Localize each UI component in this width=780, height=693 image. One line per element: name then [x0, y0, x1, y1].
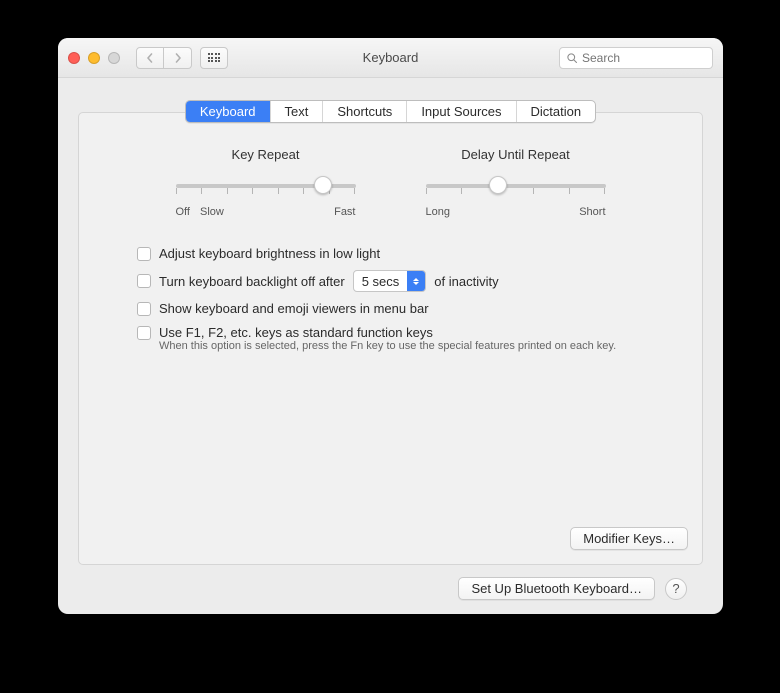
- forward-button[interactable]: [164, 47, 192, 69]
- option-brightness[interactable]: Adjust keyboard brightness in low light: [137, 246, 652, 261]
- fn-hint: When this option is selected, press the …: [159, 340, 652, 352]
- modifier-keys-button[interactable]: Modifier Keys…: [570, 527, 688, 550]
- traffic-lights: [68, 52, 120, 64]
- grid-icon: [208, 53, 221, 62]
- tab-input-sources[interactable]: Input Sources: [406, 101, 515, 122]
- nav-buttons: [136, 47, 192, 69]
- tabs: Keyboard Text Shortcuts Input Sources Di…: [78, 100, 703, 123]
- minimize-icon[interactable]: [88, 52, 100, 64]
- search-input[interactable]: [582, 51, 706, 65]
- titlebar: Keyboard: [58, 38, 723, 78]
- delay-group: Delay Until Repeat Long Short: [426, 147, 606, 218]
- delay-label: Delay Until Repeat: [426, 147, 606, 162]
- tab-shortcuts[interactable]: Shortcuts: [322, 101, 406, 122]
- options-list: Adjust keyboard brightness in low light …: [137, 246, 652, 352]
- preferences-window: Keyboard Keyboard Text Shortcuts Input S…: [58, 38, 723, 614]
- key-repeat-slow-label: Slow: [200, 206, 224, 218]
- keyboard-panel: Key Repeat Off Slow Fast Delay Until Rep…: [78, 112, 703, 565]
- backlight-timeout-value: 5 secs: [354, 274, 408, 289]
- option-emoji-label: Show keyboard and emoji viewers in menu …: [159, 301, 429, 316]
- key-repeat-knob[interactable]: [314, 176, 332, 194]
- tab-keyboard[interactable]: Keyboard: [186, 101, 270, 122]
- show-all-button[interactable]: [200, 47, 228, 69]
- delay-knob[interactable]: [489, 176, 507, 194]
- window-body: Keyboard Text Shortcuts Input Sources Di…: [58, 78, 723, 614]
- delay-long-label: Long: [426, 206, 450, 218]
- select-stepper-icon: [407, 271, 425, 291]
- key-repeat-slider[interactable]: [176, 176, 356, 196]
- close-icon[interactable]: [68, 52, 80, 64]
- key-repeat-fast-label: Fast: [334, 206, 355, 218]
- backlight-timeout-select[interactable]: 5 secs: [353, 270, 427, 292]
- bluetooth-keyboard-button[interactable]: Set Up Bluetooth Keyboard…: [458, 577, 655, 600]
- option-backlight-pre: Turn keyboard backlight off after: [159, 274, 345, 289]
- option-backlight[interactable]: Turn keyboard backlight off after 5 secs…: [137, 270, 652, 292]
- sliders-row: Key Repeat Off Slow Fast Delay Until Rep…: [129, 147, 652, 218]
- back-button[interactable]: [136, 47, 164, 69]
- checkbox-emoji[interactable]: [137, 302, 151, 316]
- option-brightness-label: Adjust keyboard brightness in low light: [159, 246, 380, 261]
- tab-bar: Keyboard Text Shortcuts Input Sources Di…: [185, 100, 596, 123]
- search-field[interactable]: [559, 47, 713, 69]
- key-repeat-group: Key Repeat Off Slow Fast: [176, 147, 356, 218]
- delay-short-label: Short: [579, 206, 605, 218]
- footer: Set Up Bluetooth Keyboard… ?: [78, 565, 703, 600]
- option-fn-label: Use F1, F2, etc. keys as standard functi…: [159, 325, 433, 340]
- checkbox-fn[interactable]: [137, 326, 151, 340]
- zoom-icon: [108, 52, 120, 64]
- key-repeat-off-label: Off: [176, 206, 190, 218]
- key-repeat-label: Key Repeat: [176, 147, 356, 162]
- search-icon: [566, 52, 578, 64]
- help-button[interactable]: ?: [665, 578, 687, 600]
- checkbox-brightness[interactable]: [137, 247, 151, 261]
- option-fn-keys[interactable]: Use F1, F2, etc. keys as standard functi…: [137, 325, 652, 340]
- option-backlight-post: of inactivity: [434, 274, 498, 289]
- delay-slider[interactable]: [426, 176, 606, 196]
- option-emoji-viewer[interactable]: Show keyboard and emoji viewers in menu …: [137, 301, 652, 316]
- tab-dictation[interactable]: Dictation: [516, 101, 596, 122]
- tab-text[interactable]: Text: [270, 101, 323, 122]
- checkbox-backlight[interactable]: [137, 274, 151, 288]
